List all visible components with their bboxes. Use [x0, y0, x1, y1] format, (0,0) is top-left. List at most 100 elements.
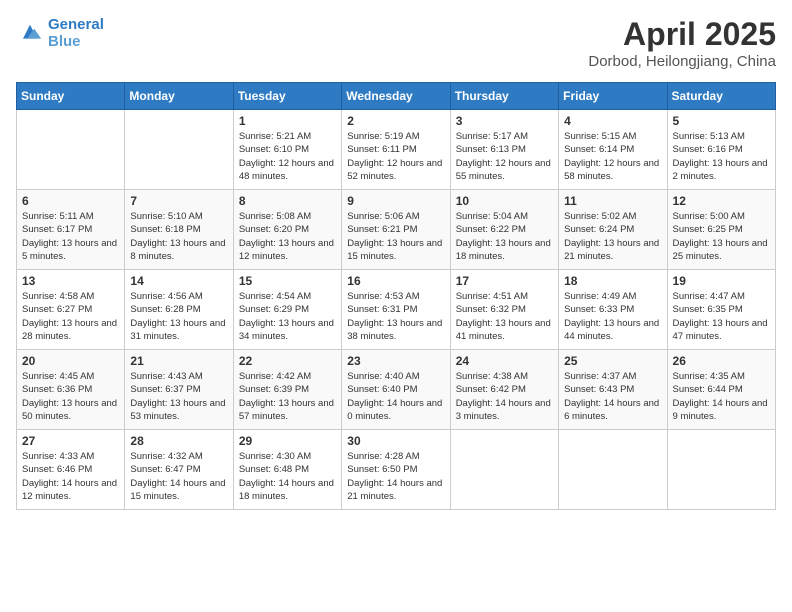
- calendar-day-cell: 16 Sunrise: 4:53 AM Sunset: 6:31 PM Dayli…: [342, 270, 450, 350]
- calendar-week-row: 13 Sunrise: 4:58 AM Sunset: 6:27 PM Dayli…: [17, 270, 776, 350]
- day-number: 3: [456, 114, 553, 128]
- logo: General Blue: [16, 16, 104, 50]
- day-number: 26: [673, 354, 770, 368]
- calendar-day-cell: 27 Sunrise: 4:33 AM Sunset: 6:46 PM Dayli…: [17, 430, 125, 510]
- day-number: 23: [347, 354, 444, 368]
- calendar-day-cell: 25 Sunrise: 4:37 AM Sunset: 6:43 PM Dayli…: [559, 350, 667, 430]
- day-number: 17: [456, 274, 553, 288]
- day-of-week-header: Friday: [559, 83, 667, 110]
- day-number: 1: [239, 114, 336, 128]
- day-number: 13: [22, 274, 119, 288]
- day-info: Sunrise: 5:06 AM Sunset: 6:21 PM Dayligh…: [347, 210, 444, 263]
- day-number: 16: [347, 274, 444, 288]
- calendar-day-cell: 21 Sunrise: 4:43 AM Sunset: 6:37 PM Dayli…: [125, 350, 233, 430]
- day-of-week-header: Thursday: [450, 83, 558, 110]
- day-number: 29: [239, 434, 336, 448]
- calendar-day-cell: 7Sunrise: 5:10 AM Sunset: 6:18 PM Daylig…: [125, 190, 233, 270]
- day-info: Sunrise: 5:21 AM Sunset: 6:10 PM Dayligh…: [239, 130, 336, 183]
- day-number: 22: [239, 354, 336, 368]
- calendar-day-cell: 3 Sunrise: 5:17 AM Sunset: 6:13 PM Daylig…: [450, 110, 558, 190]
- calendar-day-cell: [450, 430, 558, 510]
- calendar-day-cell: [667, 430, 775, 510]
- day-number: 28: [130, 434, 227, 448]
- calendar-day-cell: 18Sunrise: 4:49 AM Sunset: 6:33 PM Dayli…: [559, 270, 667, 350]
- day-number: 25: [564, 354, 661, 368]
- day-info: Sunrise: 5:15 AM Sunset: 6:14 PM Dayligh…: [564, 130, 661, 183]
- day-info: Sunrise: 5:13 AM Sunset: 6:16 PM Dayligh…: [673, 130, 770, 183]
- day-number: 2: [347, 114, 444, 128]
- calendar-week-row: 20Sunrise: 4:45 AM Sunset: 6:36 PM Dayli…: [17, 350, 776, 430]
- logo-text: General Blue: [48, 16, 104, 50]
- day-info: Sunrise: 4:37 AM Sunset: 6:43 PM Dayligh…: [564, 370, 661, 423]
- day-info: Sunrise: 5:10 AM Sunset: 6:18 PM Dayligh…: [130, 210, 227, 263]
- calendar-day-cell: 19 Sunrise: 4:47 AM Sunset: 6:35 PM Dayli…: [667, 270, 775, 350]
- calendar-day-cell: 5 Sunrise: 5:13 AM Sunset: 6:16 PM Daylig…: [667, 110, 775, 190]
- day-info: Sunrise: 4:28 AM Sunset: 6:50 PM Dayligh…: [347, 450, 444, 503]
- day-number: 4: [564, 114, 661, 128]
- day-number: 24: [456, 354, 553, 368]
- day-number: 6: [22, 194, 119, 208]
- day-of-week-header: Wednesday: [342, 83, 450, 110]
- day-number: 10: [456, 194, 553, 208]
- day-number: 27: [22, 434, 119, 448]
- day-info: Sunrise: 5:04 AM Sunset: 6:22 PM Dayligh…: [456, 210, 553, 263]
- calendar-week-row: 27 Sunrise: 4:33 AM Sunset: 6:46 PM Dayli…: [17, 430, 776, 510]
- calendar-day-cell: 14 Sunrise: 4:56 AM Sunset: 6:28 PM Dayli…: [125, 270, 233, 350]
- calendar-day-cell: 2 Sunrise: 5:19 AM Sunset: 6:11 PM Daylig…: [342, 110, 450, 190]
- location: Dorbod, Heilongjiang, China: [588, 53, 776, 70]
- day-of-week-header: Sunday: [17, 83, 125, 110]
- day-info: Sunrise: 4:47 AM Sunset: 6:35 PM Dayligh…: [673, 290, 770, 343]
- day-number: 14: [130, 274, 227, 288]
- day-of-week-header: Saturday: [667, 83, 775, 110]
- calendar-day-cell: 15 Sunrise: 4:54 AM Sunset: 6:29 PM Dayli…: [233, 270, 341, 350]
- calendar-day-cell: 8Sunrise: 5:08 AM Sunset: 6:20 PM Daylig…: [233, 190, 341, 270]
- day-info: Sunrise: 4:56 AM Sunset: 6:28 PM Dayligh…: [130, 290, 227, 343]
- calendar-day-cell: 10 Sunrise: 5:04 AM Sunset: 6:22 PM Dayli…: [450, 190, 558, 270]
- day-info: Sunrise: 5:00 AM Sunset: 6:25 PM Dayligh…: [673, 210, 770, 263]
- day-number: 9: [347, 194, 444, 208]
- day-number: 19: [673, 274, 770, 288]
- calendar-day-cell: 24 Sunrise: 4:38 AM Sunset: 6:42 PM Dayli…: [450, 350, 558, 430]
- calendar-day-cell: 29 Sunrise: 4:30 AM Sunset: 6:48 PM Dayli…: [233, 430, 341, 510]
- day-info: Sunrise: 4:33 AM Sunset: 6:46 PM Dayligh…: [22, 450, 119, 503]
- day-info: Sunrise: 4:40 AM Sunset: 6:40 PM Dayligh…: [347, 370, 444, 423]
- day-info: Sunrise: 4:53 AM Sunset: 6:31 PM Dayligh…: [347, 290, 444, 343]
- logo-icon: [16, 19, 44, 47]
- day-number: 5: [673, 114, 770, 128]
- calendar-day-cell: 23 Sunrise: 4:40 AM Sunset: 6:40 PM Dayli…: [342, 350, 450, 430]
- day-number: 15: [239, 274, 336, 288]
- page-header: General Blue April 2025 Dorbod, Heilongj…: [16, 16, 776, 70]
- title-block: April 2025 Dorbod, Heilongjiang, China: [588, 16, 776, 70]
- calendar-week-row: 1 Sunrise: 5:21 AM Sunset: 6:10 PM Daylig…: [17, 110, 776, 190]
- calendar-day-cell: 22Sunrise: 4:42 AM Sunset: 6:39 PM Dayli…: [233, 350, 341, 430]
- day-info: Sunrise: 4:30 AM Sunset: 6:48 PM Dayligh…: [239, 450, 336, 503]
- day-info: Sunrise: 5:17 AM Sunset: 6:13 PM Dayligh…: [456, 130, 553, 183]
- calendar-day-cell: 28 Sunrise: 4:32 AM Sunset: 6:47 PM Dayli…: [125, 430, 233, 510]
- day-number: 21: [130, 354, 227, 368]
- calendar-day-cell: 6Sunrise: 5:11 AM Sunset: 6:17 PM Daylig…: [17, 190, 125, 270]
- calendar-day-cell: [125, 110, 233, 190]
- day-number: 11: [564, 194, 661, 208]
- calendar-day-cell: [17, 110, 125, 190]
- day-info: Sunrise: 4:51 AM Sunset: 6:32 PM Dayligh…: [456, 290, 553, 343]
- day-info: Sunrise: 4:43 AM Sunset: 6:37 PM Dayligh…: [130, 370, 227, 423]
- day-info: Sunrise: 4:58 AM Sunset: 6:27 PM Dayligh…: [22, 290, 119, 343]
- day-info: Sunrise: 4:38 AM Sunset: 6:42 PM Dayligh…: [456, 370, 553, 423]
- day-of-week-header: Tuesday: [233, 83, 341, 110]
- calendar-day-cell: 30 Sunrise: 4:28 AM Sunset: 6:50 PM Dayli…: [342, 430, 450, 510]
- day-info: Sunrise: 5:19 AM Sunset: 6:11 PM Dayligh…: [347, 130, 444, 183]
- calendar-day-cell: 17 Sunrise: 4:51 AM Sunset: 6:32 PM Dayli…: [450, 270, 558, 350]
- day-number: 30: [347, 434, 444, 448]
- day-info: Sunrise: 4:35 AM Sunset: 6:44 PM Dayligh…: [673, 370, 770, 423]
- calendar-day-cell: 11Sunrise: 5:02 AM Sunset: 6:24 PM Dayli…: [559, 190, 667, 270]
- day-info: Sunrise: 4:49 AM Sunset: 6:33 PM Dayligh…: [564, 290, 661, 343]
- calendar-day-cell: 12Sunrise: 5:00 AM Sunset: 6:25 PM Dayli…: [667, 190, 775, 270]
- calendar-day-cell: [559, 430, 667, 510]
- day-info: Sunrise: 4:54 AM Sunset: 6:29 PM Dayligh…: [239, 290, 336, 343]
- calendar-day-cell: 13 Sunrise: 4:58 AM Sunset: 6:27 PM Dayli…: [17, 270, 125, 350]
- calendar-day-cell: 26 Sunrise: 4:35 AM Sunset: 6:44 PM Dayli…: [667, 350, 775, 430]
- calendar-day-cell: 9 Sunrise: 5:06 AM Sunset: 6:21 PM Daylig…: [342, 190, 450, 270]
- day-info: Sunrise: 4:32 AM Sunset: 6:47 PM Dayligh…: [130, 450, 227, 503]
- month-title: April 2025: [588, 16, 776, 53]
- day-number: 8: [239, 194, 336, 208]
